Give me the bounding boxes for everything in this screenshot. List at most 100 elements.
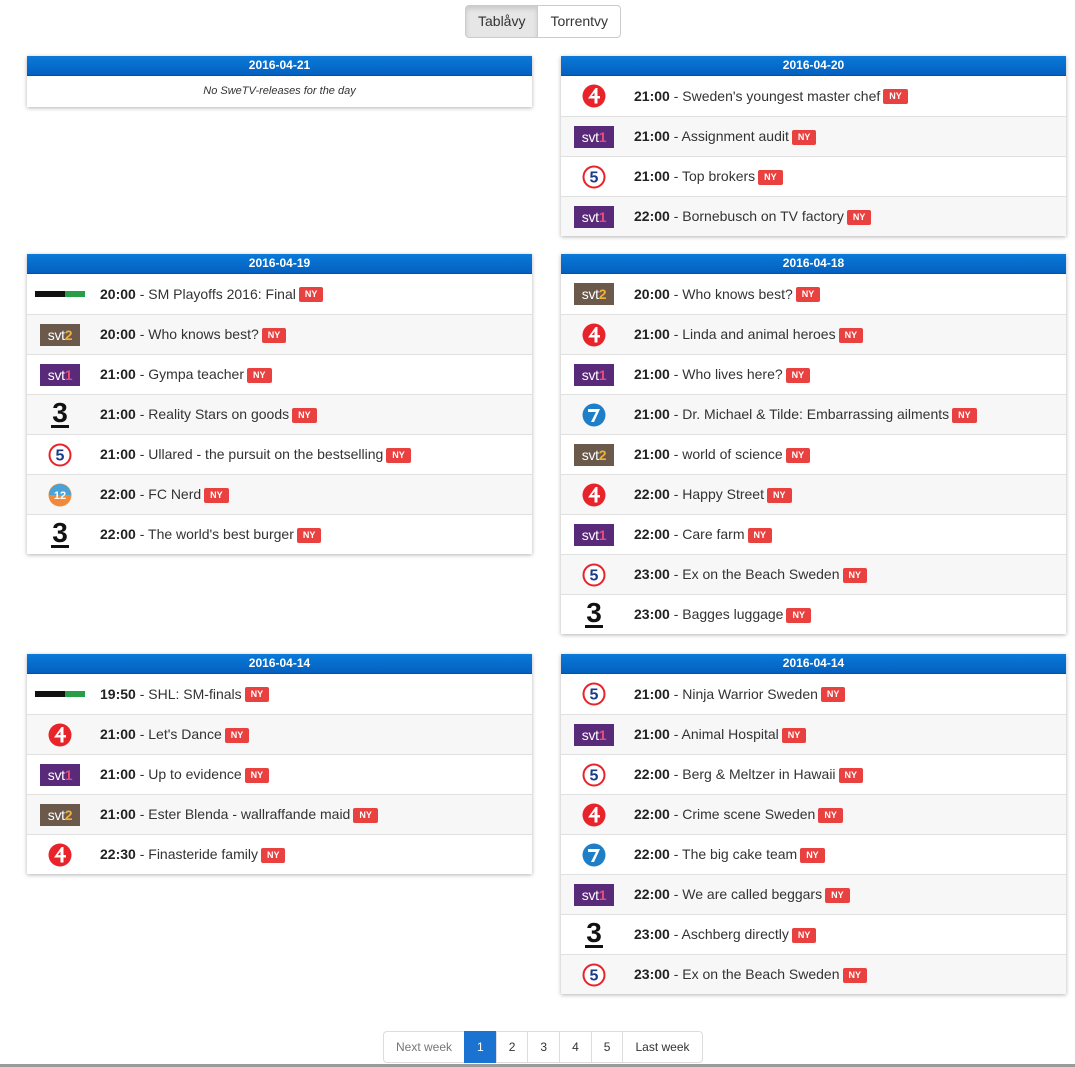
program-title[interactable]: Ester Blenda - wallraffande maid xyxy=(148,806,350,822)
page-2-link[interactable]: 2 xyxy=(495,1031,529,1063)
program-time: 21:00 xyxy=(634,726,670,743)
program-info: 20:00 - SM Playoffs 2016: Final NY xyxy=(93,286,324,303)
program-row[interactable]: 3 21:00 - Reality Stars on goods NY xyxy=(27,394,532,434)
title-separator: - xyxy=(669,966,683,983)
program-row[interactable]: svt2 20:00 - Who knows best? NY xyxy=(27,314,532,354)
program-row[interactable]: 5 22:00 - Berg & Meltzer in Hawaii NY xyxy=(561,754,1066,794)
program-row[interactable]: 3 22:00 - The world's best burger NY xyxy=(27,514,532,554)
next-week-link[interactable]: Next week xyxy=(383,1031,466,1063)
program-title[interactable]: SM Playoffs 2016: Final xyxy=(148,286,296,302)
program-row[interactable]: 5 21:00 - Ullared - the pursuit on the be… xyxy=(27,434,532,474)
program-title[interactable]: Let's Dance xyxy=(148,726,222,742)
program-title[interactable]: Ex on the Beach Sweden xyxy=(682,566,839,582)
program-row[interactable]: 3 23:00 - Aschberg directly NY xyxy=(561,914,1066,954)
program-title[interactable]: The world's best burger xyxy=(148,526,294,542)
program-row[interactable]: 5 21:00 - Ninja Warrior Sweden NY xyxy=(561,674,1066,714)
new-badge: NY xyxy=(386,447,411,463)
program-row[interactable]: 21:00 - Linda and animal heroes NY xyxy=(561,314,1066,354)
program-title[interactable]: Ninja Warrior Sweden xyxy=(682,686,818,702)
program-row[interactable]: 21:00 - Let's Dance NY xyxy=(27,714,532,754)
program-row[interactable]: 5 23:00 - Ex on the Beach Sweden NY xyxy=(561,954,1066,994)
program-row[interactable]: svt1 21:00 - Up to evidence NY xyxy=(27,754,532,794)
tab-torrentvy[interactable]: Torrentvy xyxy=(538,5,622,38)
program-title[interactable]: FC Nerd xyxy=(148,486,201,502)
program-row[interactable]: 22:30 - Finasteride family NY xyxy=(27,834,532,874)
tab-tablavy[interactable]: Tablåvy xyxy=(465,5,539,38)
title-separator: - xyxy=(669,766,683,783)
program-row[interactable]: svt1 21:00 - Animal Hospital NY xyxy=(561,714,1066,754)
page-1-link[interactable]: 1 xyxy=(464,1031,497,1063)
program-title[interactable]: Up to evidence xyxy=(148,766,241,782)
program-title[interactable]: Bornebusch on TV factory xyxy=(682,208,844,224)
program-row[interactable]: svt1 21:00 - Assignment audit NY xyxy=(561,116,1066,156)
channel-logo: 3 xyxy=(27,519,93,548)
new-badge: NY xyxy=(292,407,317,423)
program-row[interactable]: 5 21:00 - Top brokers NY xyxy=(561,156,1066,196)
program-row[interactable]: svt1 22:00 - Care farm NY xyxy=(561,514,1066,554)
program-title[interactable]: Dr. Michael & Tilde: Embarrassing ailmen… xyxy=(682,406,949,422)
program-row[interactable]: svt2 20:00 - Who knows best? NY xyxy=(561,274,1066,314)
program-time: 22:00 xyxy=(634,846,670,863)
channel-logo: 12 xyxy=(27,483,93,507)
program-title[interactable]: Care farm xyxy=(682,526,744,542)
page-3-link[interactable]: 3 xyxy=(527,1031,561,1063)
program-row[interactable]: 22:00 - The big cake team NY xyxy=(561,834,1066,874)
program-row[interactable]: 22:00 - Crime scene Sweden NY xyxy=(561,794,1066,834)
kanal5-logo-icon: 5 xyxy=(582,963,606,986)
program-title[interactable]: Ullared - the pursuit on the bestselling xyxy=(148,446,383,462)
program-row[interactable]: svt1 22:00 - We are called beggars NY xyxy=(561,874,1066,914)
program-title[interactable]: Linda and animal heroes xyxy=(682,326,835,342)
program-row[interactable]: 22:00 - Happy Street NY xyxy=(561,474,1066,514)
program-title[interactable]: SHL: SM-finals xyxy=(148,686,241,702)
new-badge: NY xyxy=(353,807,378,823)
new-badge: NY xyxy=(825,887,850,903)
program-row[interactable]: svt1 22:00 - Bornebusch on TV factory NY xyxy=(561,196,1066,236)
program-title[interactable]: Happy Street xyxy=(682,486,764,502)
program-title[interactable]: Sweden's youngest master chef xyxy=(682,88,880,104)
page-5-link[interactable]: 5 xyxy=(590,1031,624,1063)
new-badge: NY xyxy=(747,527,773,543)
program-row[interactable]: svt2 21:00 - world of science NY xyxy=(561,434,1066,474)
program-title[interactable]: Who knows best? xyxy=(682,286,793,302)
program-title[interactable]: Berg & Meltzer in Hawaii xyxy=(682,766,835,782)
program-info: 23:00 - Ex on the Beach Sweden NY xyxy=(627,966,868,983)
program-row[interactable]: 21:00 - Sweden's youngest master chef NY xyxy=(561,76,1066,116)
program-info: 21:00 - Top brokers NY xyxy=(627,168,783,185)
program-title[interactable]: Aschberg directly xyxy=(681,926,788,942)
channel-logo: 5 xyxy=(561,963,627,987)
program-row[interactable]: 5 23:00 - Ex on the Beach Sweden NY xyxy=(561,554,1066,594)
program-time: 22:00 xyxy=(634,806,670,823)
program-title[interactable]: Who knows best? xyxy=(148,326,259,342)
program-title[interactable]: Ex on the Beach Sweden xyxy=(682,966,839,982)
program-title[interactable]: The big cake team xyxy=(682,846,797,862)
program-title[interactable]: Top brokers xyxy=(682,168,755,184)
program-time: 21:00 xyxy=(634,446,670,463)
page-4-link[interactable]: 4 xyxy=(559,1031,592,1063)
program-row[interactable]: 20:00 - SM Playoffs 2016: Final NY xyxy=(27,274,532,314)
program-row[interactable]: 12 22:00 - FC Nerd NY xyxy=(27,474,532,514)
program-row[interactable]: svt1 21:00 - Who lives here? NY xyxy=(561,354,1066,394)
program-title[interactable]: Animal Hospital xyxy=(681,726,778,742)
new-badge: NY xyxy=(842,967,868,983)
program-title[interactable]: Gympa teacher xyxy=(148,366,244,382)
program-title[interactable]: We are called beggars xyxy=(682,886,822,902)
program-row[interactable]: svt2 21:00 - Ester Blenda - wallraffande … xyxy=(27,794,532,834)
program-title[interactable]: world of science xyxy=(682,446,782,462)
program-info: 21:00 - Ester Blenda - wallraffande maid… xyxy=(93,806,378,823)
program-title[interactable]: Who lives here? xyxy=(682,366,782,382)
program-row[interactable]: 19:50 - SHL: SM-finals NY xyxy=(27,674,532,714)
program-title[interactable]: Finasteride family xyxy=(148,846,258,862)
new-badge: NY xyxy=(224,727,250,743)
kanal5-logo-icon: 5 xyxy=(582,763,606,786)
program-info: 21:00 - Dr. Michael & Tilde: Embarrassin… xyxy=(627,406,977,423)
title-separator: - xyxy=(669,406,683,423)
last-week-link[interactable]: Last week xyxy=(622,1031,703,1063)
program-row[interactable]: 3 23:00 - Bagges luggage NY xyxy=(561,594,1066,634)
program-row[interactable]: svt1 21:00 - Gympa teacher NY xyxy=(27,354,532,394)
program-title[interactable]: Crime scene Sweden xyxy=(682,806,815,822)
program-row[interactable]: 21:00 - Dr. Michael & Tilde: Embarrassin… xyxy=(561,394,1066,434)
program-title[interactable]: Bagges luggage xyxy=(682,606,783,622)
program-info: 21:00 - Sweden's youngest master chef NY xyxy=(627,88,908,105)
program-title[interactable]: Reality Stars on goods xyxy=(148,406,289,422)
program-title[interactable]: Assignment audit xyxy=(681,128,788,144)
